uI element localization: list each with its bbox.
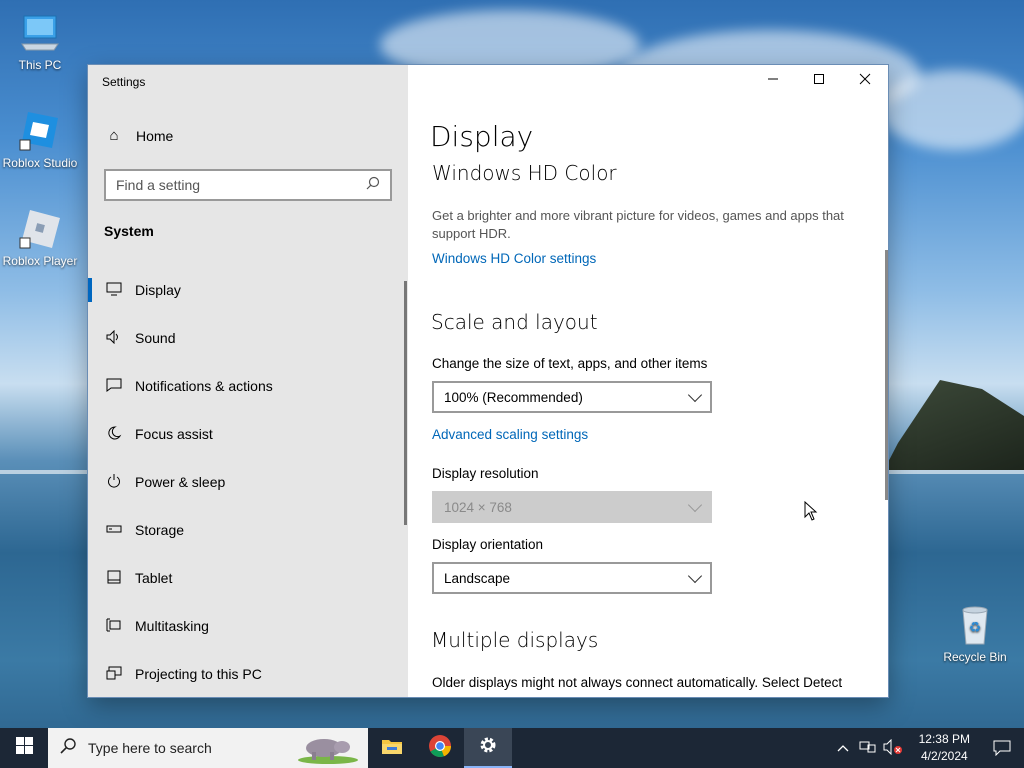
section-heading-scale-layout: Scale and layout [431,310,598,334]
orientation-dropdown[interactable]: Landscape [432,562,712,594]
cloud [880,70,1024,150]
roblox-player-icon [18,206,62,250]
chevron-down-icon [687,568,703,583]
sidebar-item-focus-assist[interactable]: Focus assist [88,410,408,458]
sidebar-item-label: Focus assist [135,426,213,442]
system-tray: 12:38 PM 4/2/2024 [837,728,1024,768]
search-highlight-hippo-icon [294,732,358,768]
desktop-icon-label: Roblox Studio [2,156,78,170]
resolution-label: Display resolution [432,466,539,481]
desktop-icon-recycle-bin[interactable]: ♻ Recycle Bin [935,602,1015,664]
search-icon [60,737,76,759]
chrome-icon [428,734,452,763]
taskbar-search-input[interactable] [88,740,288,756]
orientation-label: Display orientation [432,537,544,552]
taskbar-settings[interactable] [464,728,512,768]
sidebar-scrollbar[interactable] [404,281,407,525]
multitasking-icon [104,618,124,635]
hd-color-settings-link[interactable]: Windows HD Color settings [432,251,596,266]
section-heading-multiple-displays: Multiple displays [431,628,599,652]
taskbar-file-explorer[interactable] [368,728,416,768]
svg-text:♻: ♻ [969,620,982,636]
message-icon [104,378,124,395]
find-setting-search[interactable] [104,169,392,201]
speaker-icon [104,329,124,347]
hd-color-description: Get a brighter and more vibrant picture … [432,208,844,241]
desktop-icon-label: Roblox Player [2,254,78,268]
system-nav-list: Display Sound Notifications & actions Fo… [88,266,408,697]
window-title: Settings [102,75,146,89]
computer-icon [18,10,62,54]
desktop-icon-label: This PC [18,58,62,72]
sidebar-item-notifications[interactable]: Notifications & actions [88,362,408,410]
nav-home-label: Home [136,127,174,144]
display-settings-pane: Display Windows HD Color Get a brighter … [408,65,888,697]
resolution-dropdown[interactable]: 1024 × 768 [432,491,712,523]
search-icon [366,176,380,195]
power-icon [104,473,124,491]
start-button[interactable] [0,728,48,768]
sidebar-item-label: Display [135,282,181,298]
projector-icon [104,666,124,683]
clock-date: 4/2/2024 [920,749,968,763]
section-label-system: System [104,223,154,239]
sidebar-item-sound[interactable]: Sound [88,314,408,362]
desktop-icon-label: Recycle Bin [943,650,1007,664]
network-icon[interactable] [859,740,877,757]
scale-size-label: Change the size of text, apps, and other… [432,356,708,371]
sidebar-item-label: Multitasking [135,618,209,634]
desktop-icon-roblox-studio[interactable]: Roblox Studio [0,108,80,170]
sidebar-item-label: Storage [135,522,185,538]
sidebar-item-multitasking[interactable]: Multitasking [88,602,408,650]
settings-window: Settings ⌂ Home System Display Sound No [88,65,888,697]
chevron-down-icon [687,497,703,512]
nav-home[interactable]: ⌂ Home [104,127,173,144]
chevron-up-icon[interactable] [837,741,849,755]
sidebar-item-tablet[interactable]: Tablet [88,554,408,602]
moon-icon [104,425,124,443]
advanced-scaling-link[interactable]: Advanced scaling settings [432,427,588,442]
coastal-cliff [884,380,1024,470]
home-icon: ⌂ [109,127,119,144]
gear-icon [478,735,498,760]
sidebar-item-projecting[interactable]: Projecting to this PC [88,650,408,697]
recycle-bin-icon: ♻ [953,602,997,646]
sidebar-item-label: Notifications & actions [135,378,273,394]
tablet-icon [104,570,124,587]
sidebar-item-label: Tablet [135,570,173,586]
roblox-studio-icon [18,108,62,152]
sidebar-item-power-sleep[interactable]: Power & sleep [88,458,408,506]
scale-dropdown-value: 100% (Recommended) [444,389,583,405]
taskbar-search[interactable] [48,728,368,768]
resolution-dropdown-value: 1024 × 768 [444,499,512,515]
drive-icon [104,522,124,539]
taskbar-clock[interactable]: 12:38 PM 4/2/2024 [909,731,980,765]
sidebar-item-storage[interactable]: Storage [88,506,408,554]
windows-logo-icon [15,737,33,759]
action-center-icon[interactable] [980,740,1024,756]
page-title: Display [430,120,534,153]
monitor-icon [104,282,124,299]
orientation-dropdown-value: Landscape [444,570,511,586]
desktop-icon-roblox-player[interactable]: Roblox Player [0,206,80,268]
find-setting-input[interactable] [116,177,366,193]
desktop-icon-this-pc[interactable]: This PC [0,10,80,72]
sidebar-item-display[interactable]: Display [88,266,408,314]
sidebar-item-label: Projecting to this PC [135,666,262,682]
chevron-down-icon [687,387,703,402]
section-heading-hd-color: Windows HD Color [432,161,617,185]
clock-time: 12:38 PM [918,732,970,746]
sidebar-item-label: Sound [135,330,176,346]
multiple-displays-description: Older displays might not always connect … [432,675,843,690]
content-scrollbar[interactable] [885,250,888,500]
sidebar-item-label: Power & sleep [135,474,226,490]
scale-dropdown[interactable]: 100% (Recommended) [432,381,712,413]
folder-icon [381,737,403,760]
taskbar: 12:38 PM 4/2/2024 [0,728,1024,768]
settings-sidebar: Settings ⌂ Home System Display Sound No [88,65,408,697]
volume-muted-icon[interactable] [883,738,903,758]
taskbar-chrome[interactable] [416,728,464,768]
